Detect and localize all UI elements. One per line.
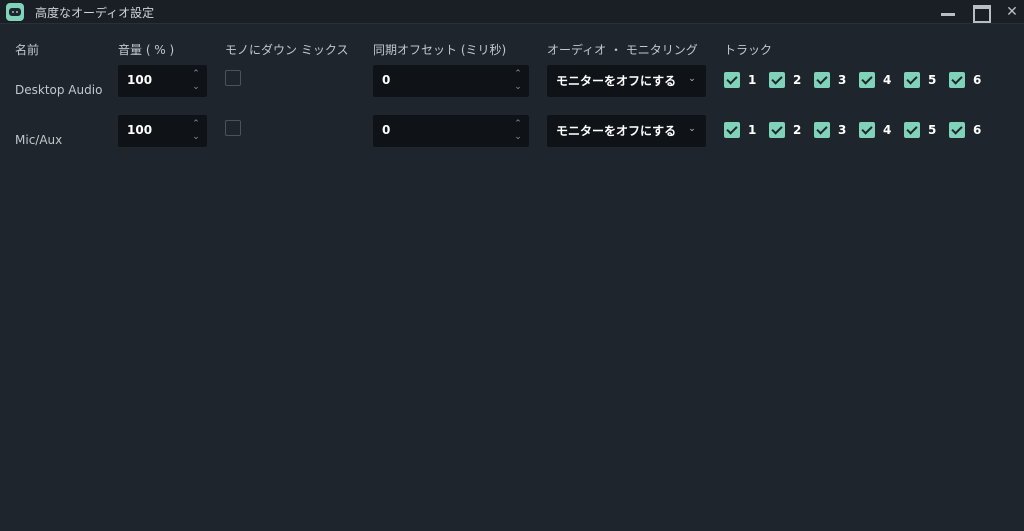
source-name-desktop-audio: Desktop Audio xyxy=(15,83,103,97)
track-label: 4 xyxy=(883,123,892,137)
monitoring-select-desktop-audio[interactable]: モニターをオフにする ⌄ xyxy=(547,65,706,97)
track-1-checkbox-desktop-audio[interactable]: 1 xyxy=(724,71,764,91)
chevron-down-icon: ⌄ xyxy=(688,124,696,134)
title-bar: 高度なオーディオ設定 ✕ xyxy=(0,0,1024,24)
checkmark-icon xyxy=(724,122,740,138)
checkmark-icon xyxy=(814,72,830,88)
minimize-icon[interactable] xyxy=(938,2,958,22)
track-2-checkbox-mic-aux[interactable]: 2 xyxy=(769,121,809,141)
spin-down-icon[interactable]: ⌄ xyxy=(513,82,523,92)
track-label: 6 xyxy=(973,123,982,137)
maximize-icon[interactable] xyxy=(970,2,991,23)
checkmark-icon xyxy=(859,122,875,138)
track-label: 2 xyxy=(793,73,802,87)
checkmark-icon xyxy=(769,122,785,138)
close-icon[interactable]: ✕ xyxy=(1002,2,1022,22)
track-label: 3 xyxy=(838,123,847,137)
checkmark-icon xyxy=(769,72,785,88)
source-name-mic-aux: Mic/Aux xyxy=(15,133,63,147)
monitoring-value: モニターをオフにする xyxy=(556,74,677,88)
monitoring-select-mic-aux[interactable]: モニターをオフにする ⌄ xyxy=(547,115,706,147)
track-label: 1 xyxy=(748,73,757,87)
chevron-down-icon: ⌄ xyxy=(688,74,696,84)
spin-up-icon[interactable]: ⌃ xyxy=(513,69,523,79)
sync-offset-value: 0 xyxy=(382,73,391,87)
header-volume: 音量 ( % ) xyxy=(118,43,175,57)
track-label: 1 xyxy=(748,123,757,137)
spin-down-icon[interactable]: ⌄ xyxy=(191,82,201,92)
spin-up-icon[interactable]: ⌃ xyxy=(191,119,201,129)
checkmark-icon xyxy=(904,72,920,88)
header-mono-downmix: モノにダウン ミックス xyxy=(225,43,349,57)
volume-value: 100 xyxy=(127,123,153,137)
track-label: 6 xyxy=(973,73,982,87)
track-6-checkbox-desktop-audio[interactable]: 6 xyxy=(949,71,989,91)
track-2-checkbox-desktop-audio[interactable]: 2 xyxy=(769,71,809,91)
mono-checkbox-mic-aux[interactable] xyxy=(225,120,241,136)
checkmark-icon xyxy=(949,122,965,138)
checkmark-icon xyxy=(904,122,920,138)
track-1-checkbox-mic-aux[interactable]: 1 xyxy=(724,121,764,141)
mono-checkbox-desktop-audio[interactable] xyxy=(225,70,241,86)
checkmark-icon xyxy=(859,72,875,88)
header-tracks: トラック xyxy=(724,43,773,57)
volume-input-desktop-audio[interactable]: 100 ⌃ ⌄ xyxy=(118,65,207,97)
spin-down-icon[interactable]: ⌄ xyxy=(191,132,201,142)
header-name: 名前 xyxy=(15,43,40,57)
sync-offset-input-mic-aux[interactable]: 0 ⌃ ⌄ xyxy=(373,115,529,147)
checkmark-icon xyxy=(814,122,830,138)
spin-up-icon[interactable]: ⌃ xyxy=(191,69,201,79)
track-label: 5 xyxy=(928,123,937,137)
checkmark-icon xyxy=(949,72,965,88)
header-audio-monitoring: オーディオ ・ モニタリング xyxy=(547,43,698,57)
header-sync-offset: 同期オフセット (ミリ秒) xyxy=(373,43,507,57)
monitoring-value: モニターをオフにする xyxy=(556,124,677,138)
track-3-checkbox-mic-aux[interactable]: 3 xyxy=(814,121,854,141)
volume-value: 100 xyxy=(127,73,153,87)
track-label: 4 xyxy=(883,73,892,87)
track-4-checkbox-desktop-audio[interactable]: 4 xyxy=(859,71,899,91)
volume-input-mic-aux[interactable]: 100 ⌃ ⌄ xyxy=(118,115,207,147)
track-3-checkbox-desktop-audio[interactable]: 3 xyxy=(814,71,854,91)
window-title: 高度なオーディオ設定 xyxy=(35,6,155,20)
track-5-checkbox-mic-aux[interactable]: 5 xyxy=(904,121,944,141)
track-label: 2 xyxy=(793,123,802,137)
checkmark-icon xyxy=(724,72,740,88)
spin-down-icon[interactable]: ⌄ xyxy=(513,132,523,142)
track-label: 5 xyxy=(928,73,937,87)
track-5-checkbox-desktop-audio[interactable]: 5 xyxy=(904,71,944,91)
track-4-checkbox-mic-aux[interactable]: 4 xyxy=(859,121,899,141)
app-logo-icon xyxy=(6,3,24,21)
sync-offset-value: 0 xyxy=(382,123,391,137)
track-label: 3 xyxy=(838,73,847,87)
sync-offset-input-desktop-audio[interactable]: 0 ⌃ ⌄ xyxy=(373,65,529,97)
spin-up-icon[interactable]: ⌃ xyxy=(513,119,523,129)
track-6-checkbox-mic-aux[interactable]: 6 xyxy=(949,121,989,141)
